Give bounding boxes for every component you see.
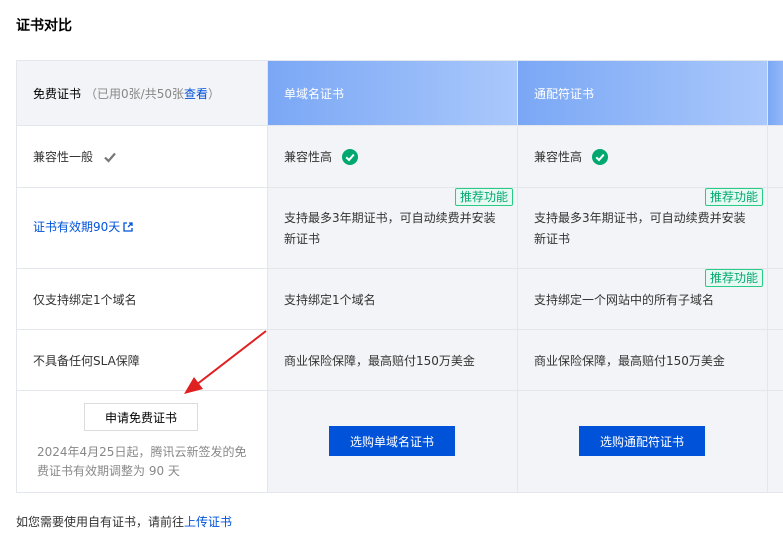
extra-cell (768, 329, 783, 390)
column-single-domain: 单域名证书 兼容性高 推荐功能 支持最多3年期证书，可自动续费并安装新证书 支持… (267, 61, 518, 492)
footer-text: 如您需要使用自有证书，请前往 (16, 515, 185, 529)
free-validity-cell: 证书有效期90天 (17, 187, 267, 268)
extra-cell (768, 187, 783, 268)
recommended-badge: 推荐功能 (454, 188, 513, 206)
single-validity-text: 支持最多3年期证书，可自动续费并安装新证书 (284, 211, 496, 246)
wildcard-sla-text: 商业保险保障，最高赔付150万美金 (534, 353, 725, 368)
wildcard-header: 通配符证书 (518, 61, 768, 125)
extra-cell (768, 390, 783, 492)
free-action-cell: 申请免费证书 2024年4月25日起，腾讯云新签发的免费证书有效期调整为 90 … (17, 390, 267, 492)
single-compat-text: 兼容性高 (284, 150, 333, 164)
wildcard-domain-cell: 推荐功能 支持绑定一个网站中的所有子域名 (518, 268, 768, 329)
validity-link-text[interactable]: 证书有效期90天 (33, 220, 120, 234)
wildcard-validity-cell: 推荐功能 支持最多3年期证书，可自动续费并安装新证书 (518, 187, 768, 268)
upload-cert-link[interactable]: 上传证书 (184, 515, 232, 529)
free-domain-cell: 仅支持绑定1个域名 (17, 268, 267, 329)
wildcard-compat-cell: 兼容性高 (518, 125, 768, 187)
free-domain-text: 仅支持绑定1个域名 (33, 292, 137, 307)
wildcard-compat-text: 兼容性高 (534, 150, 583, 164)
extra-cell (768, 125, 783, 187)
free-note: 2024年4月25日起，腾讯云新签发的免费证书有效期调整为 90 天 (37, 445, 247, 478)
column-free: 免费证书 （已用0张/共50张 查看 ） 兼容性一般 证书有效期90天 仅支持绑… (17, 61, 267, 492)
free-sla-cell: 不具备任何SLA保障 (17, 329, 267, 390)
page-title: 证书对比 (16, 18, 72, 34)
check-circle-icon (592, 148, 609, 165)
free-usage: （已用0张/共50张 (85, 86, 184, 101)
buy-wildcard-button[interactable]: 选购通配符证书 (579, 426, 705, 456)
free-compat-text: 兼容性一般 (33, 150, 94, 164)
check-icon (104, 152, 116, 163)
wildcard-action-cell: 选购通配符证书 (518, 390, 768, 492)
column-extra (767, 61, 783, 492)
free-usage-close: ） (207, 86, 220, 101)
single-action-cell: 选购单域名证书 (268, 390, 518, 492)
apply-free-cert-button[interactable]: 申请免费证书 (84, 403, 198, 431)
check-circle-icon (342, 148, 359, 165)
view-link[interactable]: 查看 (184, 85, 208, 102)
extra-cell (768, 268, 783, 329)
extra-header (768, 61, 783, 125)
buy-single-domain-button[interactable]: 选购单域名证书 (329, 426, 455, 456)
single-compat-cell: 兼容性高 (268, 125, 518, 187)
single-sla-text: 商业保险保障，最高赔付150万美金 (284, 353, 475, 368)
free-sla-text: 不具备任何SLA保障 (33, 353, 140, 368)
single-header: 单域名证书 (268, 61, 518, 125)
wildcard-validity-text: 支持最多3年期证书，可自动续费并安装新证书 (534, 211, 746, 246)
free-header: 免费证书 （已用0张/共50张 查看 ） (17, 61, 267, 125)
single-domain-text: 支持绑定1个域名 (284, 292, 376, 307)
free-compat-cell: 兼容性一般 (17, 125, 267, 187)
single-validity-cell: 推荐功能 支持最多3年期证书，可自动续费并安装新证书 (268, 187, 518, 268)
recommended-badge: 推荐功能 (704, 188, 763, 206)
footer: 如您需要使用自有证书，请前往上传证书 (16, 513, 232, 530)
validity-link[interactable]: 证书有效期90天 (33, 218, 133, 235)
single-sla-cell: 商业保险保障，最高赔付150万美金 (268, 329, 518, 390)
external-link-icon (123, 222, 133, 232)
free-title: 免费证书 (33, 86, 82, 101)
recommended-badge: 推荐功能 (704, 269, 763, 287)
wildcard-domain-text: 支持绑定一个网站中的所有子域名 (534, 292, 715, 307)
column-wildcard: 通配符证书 兼容性高 推荐功能 支持最多3年期证书，可自动续费并安装新证书 推荐… (517, 61, 768, 492)
single-domain-cell: 支持绑定1个域名 (268, 268, 518, 329)
comparison-table: 免费证书 （已用0张/共50张 查看 ） 兼容性一般 证书有效期90天 仅支持绑… (16, 60, 783, 493)
wildcard-sla-cell: 商业保险保障，最高赔付150万美金 (518, 329, 768, 390)
